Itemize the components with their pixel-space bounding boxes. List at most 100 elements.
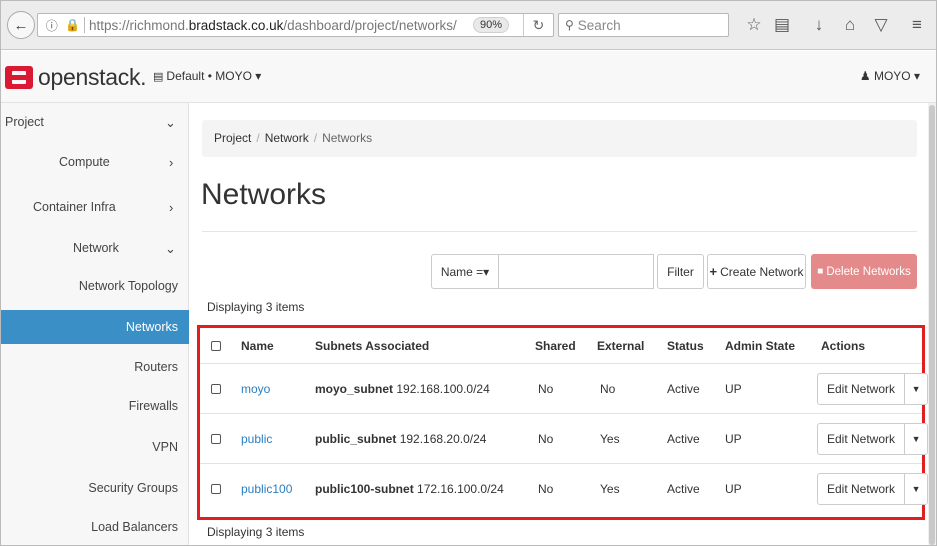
project-selector-label: Default • MOYO ▾ xyxy=(166,69,262,83)
plus-icon: + xyxy=(709,264,718,279)
site-identity[interactable]: ⓘ 🔒 xyxy=(38,17,84,34)
networks-table: Name Subnets Associated Shared External … xyxy=(197,325,929,520)
bookmark-star-icon[interactable]: ☆ xyxy=(742,13,766,37)
edit-network-group: Edit Network ▼ xyxy=(817,372,929,405)
download-icon[interactable]: ↓ xyxy=(807,13,831,37)
edit-network-group: Edit Network ▼ xyxy=(817,473,929,505)
sidebar-item-compute[interactable]: Compute › xyxy=(1,155,189,175)
subnet-cidr: 172.16.100.0/24 xyxy=(417,482,504,496)
reading-list-icon[interactable]: ▤ xyxy=(770,13,794,37)
logo-text: openstack. xyxy=(38,64,147,90)
create-network-button[interactable]: + Create Network xyxy=(707,254,806,289)
subnet-name: public100-subnet xyxy=(315,482,414,496)
browser-window: ← ⓘ 🔒 https://richmond.bradstack.co.uk/d… xyxy=(0,0,937,546)
sidebar-item-project[interactable]: Project ⌄ xyxy=(1,115,189,135)
column-header-external[interactable]: External xyxy=(597,328,644,363)
item-count-bottom: Displaying 3 items xyxy=(207,525,305,539)
column-header-shared[interactable]: Shared xyxy=(535,328,576,363)
sidebar-item-firewalls[interactable]: Firewalls xyxy=(1,399,189,419)
sidebar-item-vpn[interactable]: VPN xyxy=(1,440,189,460)
table-row: public100 public100-subnet 172.16.100.0/… xyxy=(200,464,929,514)
sidebar-item-network[interactable]: Network ⌄ xyxy=(1,241,189,261)
caret-down-icon[interactable]: ▼ xyxy=(905,424,927,454)
admin-state-cell: UP xyxy=(725,482,742,496)
back-arrow-icon[interactable]: ← xyxy=(7,11,35,39)
admin-state-cell: UP xyxy=(725,431,742,446)
caret-down-icon[interactable]: ▼ xyxy=(905,474,927,504)
zoom-level-badge[interactable]: 90% xyxy=(472,17,509,33)
breadcrumb-networks: Networks xyxy=(322,131,373,145)
row-checkbox[interactable] xyxy=(211,383,221,394)
sidebar-item-container-infra[interactable]: Container Infra › xyxy=(1,200,189,220)
subnet-name: moyo_subnet xyxy=(315,381,394,396)
sidebar-item-security-groups[interactable]: Security Groups xyxy=(1,481,189,501)
chevron-down-icon: ⌄ xyxy=(165,115,176,130)
external-cell: Yes xyxy=(600,431,620,446)
browser-toolbar: ← ⓘ 🔒 https://richmond.bradstack.co.uk/d… xyxy=(1,1,936,50)
filter-field-select[interactable]: Name =▾ xyxy=(431,254,499,289)
status-cell: Active xyxy=(667,482,700,496)
subnet-name: public_subnet xyxy=(315,431,397,446)
openstack-logo-icon xyxy=(5,66,33,89)
subnet-cell: public100-subnet 172.16.100.0/24 xyxy=(315,464,504,514)
lock-warning-icon: 🔒 xyxy=(65,18,81,32)
sidebar-item-load-balancers[interactable]: Load Balancers xyxy=(1,520,189,540)
network-name-link[interactable]: public xyxy=(241,414,272,463)
sidebar-item-network-topology[interactable]: Network Topology xyxy=(1,279,189,299)
pocket-icon[interactable]: ▽ xyxy=(869,13,893,37)
app-header: openstack. ▤ Default • MOYO ▾ ♟ MOYO ▾ xyxy=(1,51,936,103)
trash-icon: ■ xyxy=(817,266,824,277)
edit-network-button[interactable]: Edit Network xyxy=(818,373,906,404)
breadcrumb-network[interactable]: Network xyxy=(265,131,309,145)
breadcrumb-separator: / xyxy=(256,131,260,145)
row-select-cell xyxy=(211,464,221,514)
filter-button[interactable]: Filter xyxy=(657,254,704,289)
project-selector[interactable]: ▤ Default • MOYO ▾ xyxy=(153,69,261,83)
delete-networks-button[interactable]: ■ Delete Networks xyxy=(811,254,917,289)
item-count-top: Displaying 3 items xyxy=(207,300,305,314)
home-icon[interactable]: ⌂ xyxy=(838,13,862,37)
network-name-link[interactable]: moyo xyxy=(241,364,270,413)
column-header-admin-state[interactable]: Admin State xyxy=(725,328,795,363)
reload-icon[interactable]: ↻ xyxy=(523,14,553,36)
user-menu-label: MOYO ▾ xyxy=(873,69,920,83)
sidebar-item-label: VPN xyxy=(152,440,178,454)
browser-search-input[interactable]: ⚲ Search xyxy=(558,13,729,37)
search-placeholder: Search xyxy=(577,17,621,33)
column-header-status[interactable]: Status xyxy=(667,328,704,363)
shared-cell: No xyxy=(538,381,554,396)
filter-field-select-label: Name =▾ xyxy=(440,264,490,279)
page-title: Networks xyxy=(201,178,327,211)
column-header-actions: Actions xyxy=(821,338,866,353)
column-header-subnets[interactable]: Subnets Associated xyxy=(315,328,429,363)
user-menu[interactable]: ♟ MOYO ▾ xyxy=(860,69,920,83)
sidebar-item-networks[interactable]: Networks xyxy=(1,310,189,344)
user-icon: ♟ xyxy=(859,69,871,83)
chevron-down-icon: ⌄ xyxy=(165,241,176,256)
breadcrumb-project[interactable]: Project xyxy=(214,131,251,145)
row-checkbox[interactable] xyxy=(211,433,221,444)
edit-network-button[interactable]: Edit Network xyxy=(818,474,906,504)
openstack-logo[interactable]: openstack. xyxy=(5,64,147,91)
caret-down-icon[interactable]: ▼ xyxy=(905,374,927,404)
status-cell: Active xyxy=(667,381,700,396)
filter-input[interactable] xyxy=(498,254,654,289)
row-checkbox[interactable] xyxy=(211,484,221,494)
actions-cell: Edit Network ▼ xyxy=(817,464,929,514)
table-header-row: Name Subnets Associated Shared External … xyxy=(200,328,922,364)
sidebar-item-routers[interactable]: Routers xyxy=(1,360,189,380)
network-name-link[interactable]: public100 xyxy=(241,464,292,514)
list-icon: ▤ xyxy=(153,70,164,83)
shared-cell: No xyxy=(538,431,554,446)
external-cell: No xyxy=(600,381,616,396)
column-header-name[interactable]: Name xyxy=(241,328,274,363)
table-row: moyo moyo_subnet 192.168.100.0/24 No No … xyxy=(200,364,929,414)
scrollbar-thumb[interactable] xyxy=(929,105,935,545)
url-host: bradstack.co.uk xyxy=(188,17,284,33)
sidebar-item-label: Load Balancers xyxy=(91,520,178,534)
menu-icon[interactable]: ≡ xyxy=(905,13,929,37)
address-bar[interactable]: ⓘ 🔒 https://richmond.bradstack.co.uk/das… xyxy=(37,13,554,37)
edit-network-button[interactable]: Edit Network xyxy=(818,423,906,454)
external-cell: Yes xyxy=(600,482,620,496)
select-all-checkbox[interactable] xyxy=(211,340,221,351)
